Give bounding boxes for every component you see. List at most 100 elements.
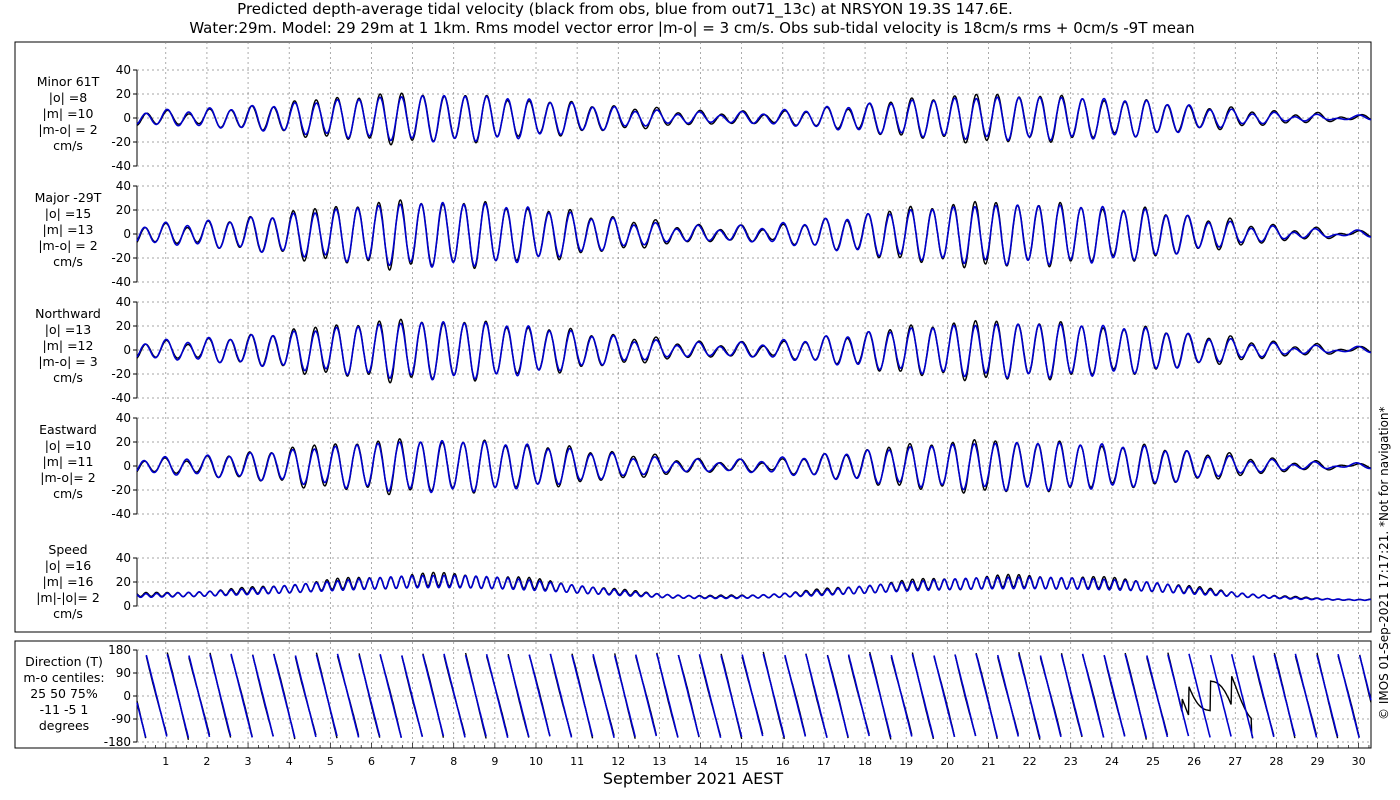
y-tick-label-eastward: 0 (123, 459, 131, 473)
panel-label-northward: |o| =13 (45, 322, 91, 337)
tidal-velocity-chart: Predicted depth-average tidal velocity (… (14, 0, 1391, 788)
panel-label-speed: |o| =16 (45, 558, 91, 573)
y-tick-label-speed: 20 (116, 575, 131, 589)
x-tick-label: 20 (940, 755, 954, 768)
panel-label-direction: 25 50 75% (30, 686, 98, 701)
x-tick-label: 30 (1352, 755, 1366, 768)
panel-label-major: Major -29T (35, 190, 102, 205)
panel-label-northward: |m-o| = 3 (38, 354, 97, 369)
panel-label-northward: cm/s (53, 370, 83, 385)
x-tick-label: 1 (162, 755, 169, 768)
y-tick-label-minor: 40 (116, 63, 131, 77)
panel-label-speed: |m| =16 (43, 574, 94, 589)
series-model-eastward (136, 439, 1371, 494)
x-tick-label: 4 (286, 755, 293, 768)
x-tick-label: 27 (1228, 755, 1242, 768)
panel-label-minor: |m-o| = 2 (38, 122, 97, 137)
panel-label-major: |m| =13 (43, 222, 94, 237)
y-tick-label-direction: 90 (116, 666, 131, 680)
x-tick-label: 12 (611, 755, 625, 768)
panel-label-major: cm/s (53, 254, 83, 269)
y-tick-label-eastward: 40 (116, 411, 131, 425)
x-tick-label: 15 (735, 755, 749, 768)
series-model-speed (136, 574, 1371, 602)
y-tick-label-minor: -40 (111, 159, 131, 173)
x-tick-label: 10 (529, 755, 543, 768)
y-tick-label-major: 20 (116, 203, 131, 217)
series-obs-eastward (136, 437, 1372, 496)
x-tick-label: 21 (981, 755, 995, 768)
x-tick-label: 25 (1146, 755, 1160, 768)
chart-title-line-1: Predicted depth-average tidal velocity (… (237, 0, 1013, 19)
y-tick-label-direction: 180 (108, 643, 131, 657)
y-tick-label-northward: -20 (111, 367, 131, 381)
panel-label-minor: Minor 61T (37, 74, 100, 89)
x-tick-label: 28 (1269, 755, 1283, 768)
panel-label-direction: m-o centiles: (23, 670, 104, 685)
panel-label-major: |m-o| = 2 (38, 238, 97, 253)
y-tick-label-eastward: -20 (111, 483, 131, 497)
x-axis-label: September 2021 AEST (603, 769, 784, 788)
panel-label-speed: Speed (48, 542, 87, 557)
y-tick-label-northward: 40 (116, 295, 131, 309)
y-tick-label-major: 40 (116, 179, 131, 193)
copyright-note: © IMOS 01-Sep-2021 17:17:21. *Not for na… (1377, 406, 1391, 720)
x-tick-label: 6 (368, 755, 375, 768)
x-tick-label: 19 (899, 755, 913, 768)
panel-label-major: |o| =15 (45, 206, 91, 221)
x-tick-label: 3 (245, 755, 252, 768)
y-tick-label-speed: 40 (116, 551, 131, 565)
panel-label-minor: |m| =10 (43, 106, 94, 121)
panel-label-minor: cm/s (53, 138, 83, 153)
panel-label-minor: |o| =8 (49, 90, 88, 105)
panel-label-speed: |m|-|o|= 2 (36, 590, 100, 605)
x-tick-label: 9 (491, 755, 498, 768)
y-tick-label-eastward: 20 (116, 435, 131, 449)
y-tick-label-speed: 0 (123, 599, 131, 613)
y-tick-label-eastward: -40 (111, 507, 131, 521)
panel-label-northward: |m| =12 (43, 338, 94, 353)
y-tick-label-minor: -20 (111, 135, 131, 149)
panel-label-eastward: |m-o|= 2 (40, 470, 95, 485)
series-model-major (136, 201, 1371, 268)
series-model-minor (136, 94, 1372, 143)
x-tick-label: 5 (327, 755, 334, 768)
panel-label-eastward: Eastward (39, 422, 97, 437)
chart-panels: 1 2 3 4 5 6 7 8 9 10 11 12 13 14 15 16 17 18 19 20 21 22 23 24 2… (14, 41, 1372, 768)
x-tick-label: 22 (1023, 755, 1037, 768)
panel-label-eastward: cm/s (53, 486, 83, 501)
x-tick-label: 7 (409, 755, 416, 768)
y-tick-label-major: 0 (123, 227, 131, 241)
x-tick-label: 29 (1311, 755, 1325, 768)
panel-label-direction: -11 -5 1 (40, 702, 89, 717)
x-tick-label: 26 (1187, 755, 1201, 768)
y-tick-label-direction: -180 (104, 735, 131, 749)
x-tick-label: 17 (817, 755, 831, 768)
x-tick-label: 24 (1105, 755, 1119, 768)
y-tick-label-major: -40 (111, 275, 131, 289)
series-model-northward (136, 321, 1372, 381)
y-tick-label-northward: 0 (123, 343, 131, 357)
x-tick-label: 2 (203, 755, 210, 768)
tidal-velocity-figure: Predicted depth-average tidal velocity (… (0, 0, 1400, 800)
y-tick-label-minor: 0 (123, 111, 131, 125)
x-tick-label: 11 (570, 755, 584, 768)
panel-label-direction: Direction (T) (25, 654, 103, 669)
y-tick-label-major: -20 (111, 251, 131, 265)
lower-frame (14, 640, 1372, 749)
series-obs-major (136, 199, 1372, 271)
x-tick-label: 23 (1064, 755, 1078, 768)
panel-label-eastward: |m| =11 (43, 454, 94, 469)
x-tick-label: 18 (858, 755, 872, 768)
upper-frame (14, 41, 1372, 633)
y-tick-label-minor: 20 (116, 87, 131, 101)
panel-label-northward: Northward (35, 306, 101, 321)
y-tick-label-direction: -90 (111, 712, 131, 726)
x-tick-label: 8 (450, 755, 457, 768)
y-tick-label-direction: 0 (123, 689, 131, 703)
panel-label-speed: cm/s (53, 606, 83, 621)
x-tick-label: 13 (652, 755, 666, 768)
x-tick-label: 14 (694, 755, 708, 768)
panel-label-direction: degrees (39, 718, 89, 733)
series-obs-northward (136, 318, 1372, 384)
